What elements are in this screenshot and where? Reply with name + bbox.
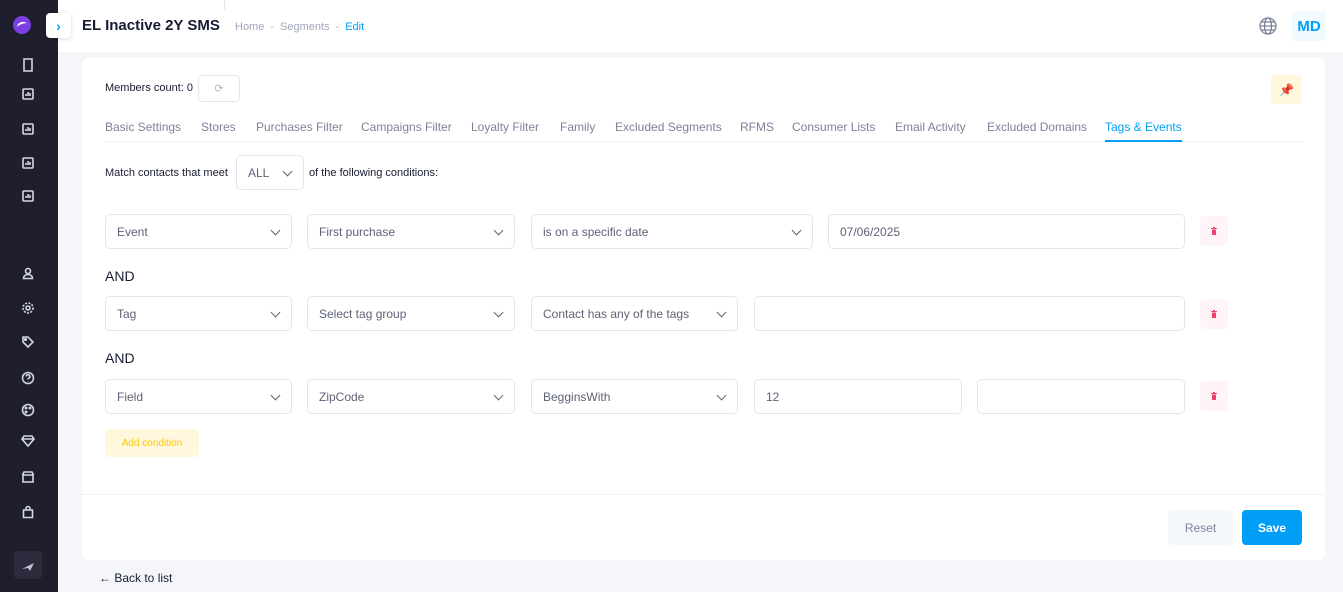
match-mode-value: ALL [248, 166, 270, 180]
tab-tags-events[interactable]: Tags & Events [1105, 120, 1182, 142]
palette-icon[interactable] [18, 400, 38, 420]
chart-icon[interactable] [18, 84, 38, 104]
breadcrumb: Home - Segments - Edit [235, 21, 364, 33]
tab-campaigns-filter[interactable]: Campaigns Filter [361, 120, 452, 134]
condition-operator-value: is on a specific date [543, 225, 649, 239]
chevron-down-icon [716, 390, 727, 401]
chart-icon[interactable] [18, 153, 38, 173]
tag-icon[interactable] [18, 332, 38, 352]
tab-excluded-segments[interactable]: Excluded Segments [615, 120, 722, 134]
refresh-icon[interactable]: ⟳ [198, 75, 240, 102]
condition-type-value: Event [117, 225, 148, 239]
breadcrumb-edit: Edit [345, 21, 365, 33]
condition-operator-value: BegginsWith [543, 390, 611, 404]
condition-tags-input[interactable] [754, 296, 1185, 331]
condition-subject-value: Select tag group [319, 307, 407, 321]
tab-email-activity[interactable]: Email Activity [895, 120, 966, 134]
breadcrumb-separator: - [270, 21, 275, 33]
send-icon[interactable] [14, 551, 42, 579]
diamond-icon[interactable] [18, 431, 38, 451]
condition-value2-input[interactable] [977, 379, 1185, 414]
condition-type-value: Field [117, 390, 144, 404]
delete-condition-button[interactable] [1200, 299, 1228, 329]
sidebar [0, 0, 58, 592]
condition-value-input[interactable]: 12 [754, 379, 962, 414]
and-label: AND [105, 350, 135, 366]
breadcrumb-segments[interactable]: Segments [280, 21, 330, 33]
members-count: Members count: 0 [105, 82, 194, 94]
tab-rfms[interactable]: RFMS [740, 120, 774, 134]
chart-icon[interactable] [18, 119, 38, 139]
card-footer-divider [82, 494, 1325, 495]
save-button[interactable]: Save [1242, 510, 1302, 545]
header: › EL Inactive 2Y SMS Home - Segments - E… [46, 0, 1343, 52]
chevron-down-icon [282, 166, 293, 177]
chevron-right-icon[interactable]: › [46, 13, 71, 38]
condition-type-select[interactable]: Event [105, 214, 292, 249]
trash-icon [1211, 392, 1217, 400]
page-title: EL Inactive 2Y SMS [82, 17, 220, 34]
trash-icon [1211, 310, 1217, 318]
add-condition-button[interactable]: Add condition [105, 429, 199, 457]
tab-loyalty-filter[interactable]: Loyalty Filter [471, 120, 539, 134]
condition-subject-select[interactable]: Select tag group [307, 296, 515, 331]
chevron-down-icon [791, 225, 802, 236]
condition-subject-value: First purchase [319, 225, 396, 239]
chevron-down-icon [493, 390, 504, 401]
chevron-down-icon [493, 225, 504, 236]
condition-operator-select[interactable]: is on a specific date [531, 214, 813, 249]
user-icon[interactable] [18, 263, 38, 283]
help-icon[interactable] [18, 368, 38, 388]
condition-type-value: Tag [117, 307, 137, 321]
condition-operator-select[interactable]: BegginsWith [531, 379, 738, 414]
condition-type-select[interactable]: Tag [105, 296, 292, 331]
segment-edit-card: Members count: 0 ⟳ 📌 Basic Settings Stor… [82, 58, 1325, 560]
tab-purchases-filter[interactable]: Purchases Filter [256, 120, 343, 134]
back-to-list-link[interactable]: ← Back to list [99, 571, 172, 585]
match-suffix: of the following conditions: [309, 167, 439, 179]
delete-condition-button[interactable] [1200, 216, 1228, 246]
tab-excluded-domains[interactable]: Excluded Domains [987, 120, 1087, 134]
header-divider [224, 0, 225, 10]
tab-family[interactable]: Family [560, 120, 595, 134]
condition-subject-select[interactable]: First purchase [307, 214, 515, 249]
breadcrumb-home[interactable]: Home [235, 21, 264, 33]
condition-type-select[interactable]: Field [105, 379, 292, 414]
and-label: AND [105, 268, 135, 284]
tab-basic-settings[interactable]: Basic Settings [105, 120, 181, 134]
tabs: Basic Settings Stores Purchases Filter C… [105, 120, 1303, 142]
condition-date-input[interactable]: 07/06/2025 [828, 214, 1185, 249]
condition-subject-select[interactable]: ZipCode [307, 379, 515, 414]
chevron-down-icon [716, 307, 727, 318]
tab-stores[interactable]: Stores [201, 120, 236, 134]
file-icon[interactable] [18, 55, 38, 75]
chevron-down-icon [270, 390, 281, 401]
globe-icon[interactable] [1258, 16, 1278, 36]
tab-consumer-lists[interactable]: Consumer Lists [792, 120, 875, 134]
reset-button[interactable]: Reset [1168, 510, 1233, 545]
trash-icon [1211, 227, 1217, 235]
delete-condition-button[interactable] [1200, 381, 1228, 411]
avatar[interactable]: MD [1292, 11, 1326, 41]
condition-subject-value: ZipCode [319, 390, 365, 404]
store-icon[interactable] [18, 467, 38, 487]
chevron-down-icon [270, 307, 281, 318]
pin-icon[interactable]: 📌 [1271, 75, 1302, 104]
chart-icon[interactable] [18, 186, 38, 206]
match-mode-select[interactable]: ALL [236, 155, 304, 190]
match-prefix: Match contacts that meet [105, 167, 228, 179]
condition-operator-value: Contact has any of the tags [543, 307, 690, 321]
bag-icon[interactable] [18, 502, 38, 522]
condition-operator-select[interactable]: Contact has any of the tags [531, 296, 738, 331]
chevron-down-icon [270, 225, 281, 236]
breadcrumb-separator: - [335, 21, 340, 33]
chevron-down-icon [493, 307, 504, 318]
gear-icon[interactable] [18, 298, 38, 318]
logo-icon[interactable] [13, 16, 31, 34]
